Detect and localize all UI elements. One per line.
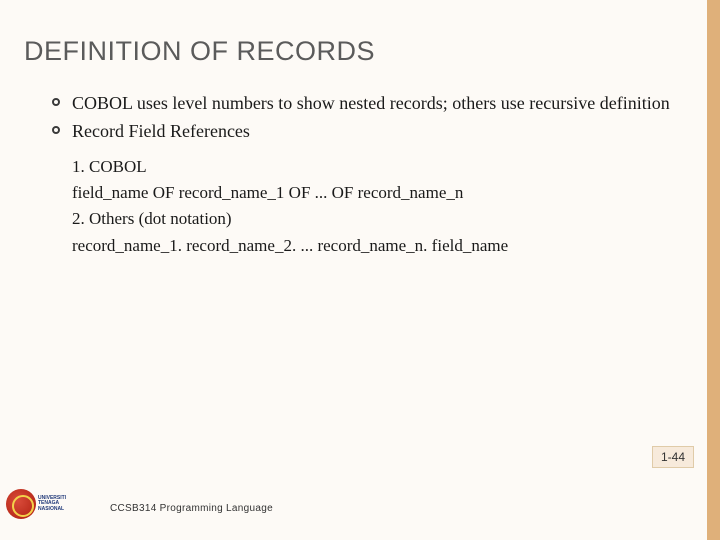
sub-line: 1. COBOL bbox=[72, 154, 676, 180]
bullet-item: COBOL uses level numbers to show nested … bbox=[52, 91, 676, 115]
slide-title: DEFINITION OF RECORDS bbox=[24, 36, 676, 67]
accent-bar bbox=[707, 0, 720, 540]
sub-line: field_name OF record_name_1 OF ... OF re… bbox=[72, 180, 676, 206]
slide-content: DEFINITION OF RECORDS COBOL uses level n… bbox=[0, 0, 720, 259]
page-number-badge: 1-44 bbox=[652, 446, 694, 468]
logo-text: UNIVERSITI TENAGA NASIONAL bbox=[38, 496, 66, 513]
footer-course: CCSB314 Programming Language bbox=[110, 503, 273, 514]
logo-emblem-icon bbox=[6, 489, 36, 519]
bullet-item: Record Field References bbox=[52, 119, 676, 143]
bullet-list: COBOL uses level numbers to show nested … bbox=[24, 91, 676, 144]
sub-line: 2. Others (dot notation) bbox=[72, 206, 676, 232]
footer-logo: UNIVERSITI TENAGA NASIONAL bbox=[6, 486, 96, 522]
sub-content: 1. COBOL field_name OF record_name_1 OF … bbox=[72, 154, 676, 259]
sub-line: record_name_1. record_name_2. ... record… bbox=[72, 233, 676, 259]
